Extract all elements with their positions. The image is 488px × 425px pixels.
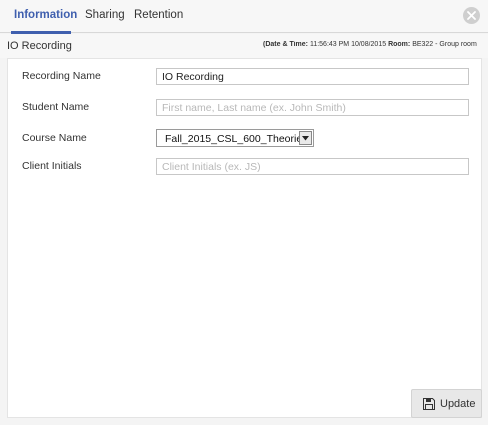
tab-sharing[interactable]: Sharing [85,9,125,21]
course-name-label: Course Name [22,132,87,144]
dropdown-button[interactable] [299,131,312,145]
recording-header: IO Recording (Date & Time: 11:56:43 PM 1… [0,34,488,58]
recording-title: IO Recording [7,40,72,52]
datetime-label: (Date & Time: [263,41,308,48]
room-label: Room: [388,41,411,48]
update-button[interactable]: Update [411,389,482,418]
course-name-select[interactable]: Fall_2015_CSL_600_Theories [156,129,314,147]
student-name-input[interactable] [156,99,469,116]
course-name-selected: Fall_2015_CSL_600_Theories [165,133,301,145]
update-label: Update [440,398,476,410]
recording-name-input[interactable] [156,68,469,85]
tab-information[interactable]: Information [14,9,77,21]
recording-datetime: (Date & Time: 11:56:43 PM 10/08/2015 Roo… [263,41,488,48]
close-button[interactable] [463,7,480,24]
recording-name-label: Recording Name [22,70,101,82]
student-name-label: Student Name [22,101,90,113]
tab-retention[interactable]: Retention [134,9,183,21]
client-initials-input[interactable] [156,158,469,175]
datetime-value: 11:56:43 PM 10/08/2015 [309,41,387,48]
room-value: BE322 - Group room [412,41,477,48]
recording-dialog: Information Sharing Retention IO Recordi… [0,0,488,425]
tab-bar: Information Sharing Retention [0,0,488,34]
chevron-down-icon [302,136,309,141]
client-initials-label: Client Initials [22,160,82,172]
floppy-disk-icon [423,398,435,410]
close-icon [467,11,476,20]
